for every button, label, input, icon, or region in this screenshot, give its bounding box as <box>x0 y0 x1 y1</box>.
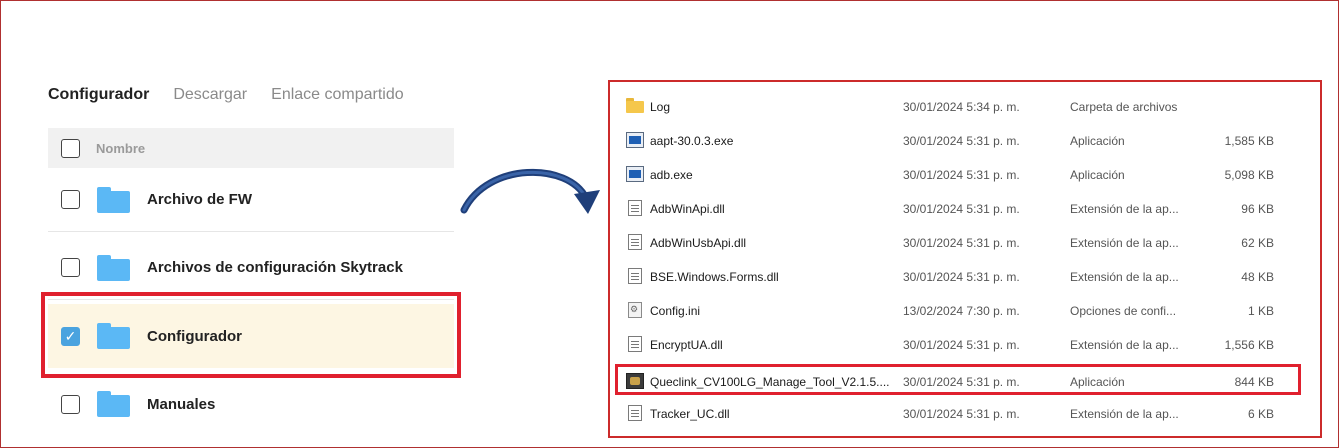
file-type: Aplicación <box>1070 134 1125 148</box>
file-date: 30/01/2024 5:31 p. m. <box>903 236 1020 250</box>
file-name: adb.exe <box>650 168 693 182</box>
file-type: Extensión de la ap... <box>1070 338 1179 352</box>
file-date: 30/01/2024 5:31 p. m. <box>903 270 1020 284</box>
file-name: EncryptUA.dll <box>650 338 723 352</box>
file-date: 30/01/2024 5:34 p. m. <box>903 100 1020 114</box>
column-header-nombre[interactable]: Nombre <box>96 141 145 156</box>
file-size: 1,585 KB <box>1224 134 1274 148</box>
file-date: 30/01/2024 5:31 p. m. <box>903 168 1020 182</box>
dll-icon <box>628 405 642 421</box>
dll-icon <box>628 200 642 216</box>
file-type: Carpeta de archivos <box>1070 100 1178 114</box>
file-size: 1,556 KB <box>1224 338 1274 352</box>
file-size: 48 KB <box>1241 270 1274 284</box>
folder-name[interactable]: Manuales <box>147 396 215 413</box>
explorer-row[interactable]: Config.ini 13/02/2024 7:30 p. m. Opcione… <box>610 294 1320 328</box>
highlight-box-manage-tool <box>615 364 1301 395</box>
list-item[interactable]: Manuales <box>48 372 454 436</box>
explorer-row[interactable]: adb.exe 30/01/2024 5:31 p. m. Aplicación… <box>610 158 1320 192</box>
list-item[interactable]: Archivo de FW <box>48 168 454 232</box>
file-type: Extensión de la ap... <box>1070 407 1179 421</box>
file-size: 1 KB <box>1247 304 1274 318</box>
dll-icon <box>628 336 642 352</box>
curved-arrow-icon <box>460 168 600 214</box>
explorer-row[interactable]: AdbWinApi.dll 30/01/2024 5:31 p. m. Exte… <box>610 192 1320 226</box>
file-date: 30/01/2024 5:31 p. m. <box>903 407 1020 421</box>
folder-icon <box>97 186 130 213</box>
folder-name[interactable]: Archivos de configuración Skytrack <box>147 259 403 276</box>
file-date: 13/02/2024 7:30 p. m. <box>903 304 1020 318</box>
file-size: 6 KB <box>1247 407 1274 421</box>
exe-icon <box>626 166 644 182</box>
file-date: 30/01/2024 5:31 p. m. <box>903 134 1020 148</box>
row-checkbox[interactable] <box>61 394 80 414</box>
exe-icon <box>626 132 644 148</box>
file-size: 62 KB <box>1241 236 1274 250</box>
file-name: Tracker_UC.dll <box>650 407 730 421</box>
file-name: Config.ini <box>650 304 701 318</box>
tab-bar: Configurador Descargar Enlace compartido <box>48 86 404 104</box>
cloud-file-panel: Configurador Descargar Enlace compartido… <box>44 80 456 440</box>
row-checkbox[interactable] <box>61 258 80 277</box>
explorer-row[interactable]: BSE.Windows.Forms.dll 30/01/2024 5:31 p.… <box>610 260 1320 294</box>
file-type: Extensión de la ap... <box>1070 202 1179 216</box>
explorer-row[interactable]: AdbWinUsbApi.dll 30/01/2024 5:31 p. m. E… <box>610 226 1320 260</box>
file-name: BSE.Windows.Forms.dll <box>650 270 779 284</box>
list-item[interactable]: Archivos de configuración Skytrack <box>48 236 454 300</box>
tab-descargar[interactable]: Descargar <box>173 86 247 104</box>
file-name: aapt-30.0.3.exe <box>650 134 734 148</box>
select-all-checkbox[interactable] <box>61 138 80 158</box>
explorer-row[interactable]: Tracker_UC.dll 30/01/2024 5:31 p. m. Ext… <box>610 397 1320 431</box>
file-date: 30/01/2024 5:31 p. m. <box>903 202 1020 216</box>
list-header: Nombre <box>48 128 454 168</box>
highlight-box-configurador <box>41 292 461 378</box>
explorer-row[interactable]: aapt-30.0.3.exe 30/01/2024 5:31 p. m. Ap… <box>610 124 1320 158</box>
file-name: AdbWinUsbApi.dll <box>650 236 747 250</box>
file-name: AdbWinApi.dll <box>650 202 725 216</box>
file-type: Extensión de la ap... <box>1070 270 1179 284</box>
dll-icon <box>628 268 642 284</box>
file-size: 96 KB <box>1241 202 1274 216</box>
file-size: 5,098 KB <box>1224 168 1274 182</box>
file-type: Aplicación <box>1070 168 1125 182</box>
row-checkbox[interactable] <box>61 190 80 209</box>
file-type: Opciones de confi... <box>1070 304 1177 318</box>
folder-name[interactable]: Archivo de FW <box>147 191 252 208</box>
file-date: 30/01/2024 5:31 p. m. <box>903 338 1020 352</box>
explorer-row[interactable]: Log 30/01/2024 5:34 p. m. Carpeta de arc… <box>610 90 1320 124</box>
file-type: Extensión de la ap... <box>1070 236 1179 250</box>
folder-icon <box>97 391 130 417</box>
ini-icon <box>628 302 642 318</box>
file-name: Log <box>650 100 671 114</box>
tab-enlace-compartido[interactable]: Enlace compartido <box>271 86 404 104</box>
folder-icon <box>626 98 644 114</box>
tab-configurador[interactable]: Configurador <box>48 86 149 104</box>
dll-icon <box>628 234 642 250</box>
explorer-row[interactable]: EncryptUA.dll 30/01/2024 5:31 p. m. Exte… <box>610 328 1320 362</box>
folder-icon <box>97 254 130 281</box>
